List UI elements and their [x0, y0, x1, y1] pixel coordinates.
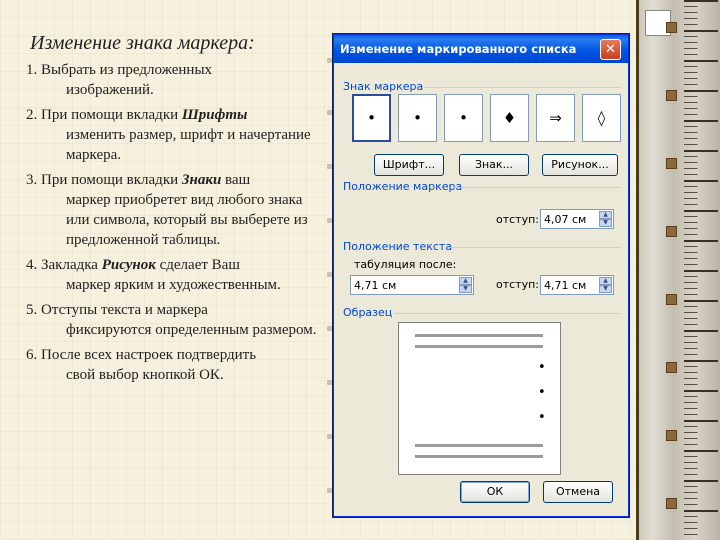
spin-up-icon[interactable]: ▲: [599, 211, 612, 219]
text-indent-value: 4,71 см: [544, 279, 587, 292]
ok-button[interactable]: ОК: [460, 481, 530, 503]
cancel-button[interactable]: Отмена: [543, 481, 613, 503]
spin-down-icon[interactable]: ▼: [599, 219, 612, 227]
keyword-fonts: Шрифты: [181, 107, 248, 123]
spin-up-icon[interactable]: ▲: [599, 277, 612, 285]
marker-group-label: Знак маркера: [343, 80, 424, 93]
tab-after-label: табуляция после:: [354, 258, 457, 271]
slide-title: Изменение знака маркера:: [30, 32, 255, 54]
keyword-picture: Рисунок: [101, 257, 156, 273]
spin-down-icon[interactable]: ▼: [599, 285, 612, 293]
dialog-title: Изменение маркированного списка: [340, 42, 577, 56]
text-indent-label: отступ:: [496, 278, 540, 291]
instruction-step: 6. После всех настроек подтвердить свой …: [26, 347, 257, 383]
preview-line: [415, 334, 543, 337]
marker-indent-spinner[interactable]: 4,07 см ▲ ▼: [540, 209, 614, 229]
text-position-label: Положение текста: [343, 240, 453, 253]
spin-down-icon[interactable]: ▼: [459, 285, 472, 293]
marker-option-arrow[interactable]: ⇒: [536, 94, 575, 142]
bullet-list-dialog: Изменение маркированного списка ✕ Знак м…: [333, 34, 629, 517]
decorative-ruler: [636, 0, 720, 540]
marker-option-lozenge[interactable]: ◊: [582, 94, 621, 142]
instruction-step: 3. При помощи вкладки Знаки ваш маркер п…: [26, 172, 308, 248]
text-indent-spinner[interactable]: 4,71 см ▲ ▼: [540, 275, 614, 295]
close-icon[interactable]: ✕: [600, 39, 621, 60]
marker-option-bullet-2[interactable]: •: [398, 94, 437, 142]
dialog-titlebar[interactable]: Изменение маркированного списка ✕: [334, 35, 628, 63]
marker-option-bullet-1[interactable]: •: [352, 94, 391, 142]
preview-line: [415, 455, 543, 458]
instruction-step: 4. Закладка Рисунок сделает Ваш маркер я…: [26, 257, 281, 293]
sample-preview: • • •: [398, 322, 561, 475]
preview-bullet: •: [538, 360, 546, 375]
spin-up-icon[interactable]: ▲: [459, 277, 472, 285]
font-button[interactable]: Шрифт...: [374, 154, 444, 176]
marker-option-diamond[interactable]: ♦: [490, 94, 529, 142]
preview-line: [415, 444, 543, 447]
marker-option-bullet-3[interactable]: •: [444, 94, 483, 142]
marker-indent-value: 4,07 см: [544, 213, 587, 226]
marker-position-label: Положение маркера: [343, 180, 463, 193]
char-button[interactable]: Знак...: [459, 154, 529, 176]
preview-line: [415, 345, 543, 348]
preview-bullet: •: [538, 385, 546, 400]
instruction-step: 2. При помощи вкладки Шрифты изменить ра…: [26, 107, 311, 163]
instruction-step: 1. Выбрать из предложенных изображений.: [26, 62, 213, 98]
tab-after-spinner[interactable]: 4,71 см ▲ ▼: [350, 275, 474, 295]
instruction-list: 1. Выбрать из предложенных изображений. …: [26, 60, 326, 390]
tab-after-value: 4,71 см: [354, 279, 397, 292]
keyword-chars: Знаки: [181, 172, 222, 188]
preview-bullet: •: [538, 410, 546, 425]
sample-label: Образец: [343, 306, 393, 319]
picture-button[interactable]: Рисунок...: [542, 154, 618, 176]
marker-indent-label: отступ:: [496, 213, 540, 226]
instruction-step: 5. Отступы текста и маркера фиксируются …: [26, 302, 317, 338]
